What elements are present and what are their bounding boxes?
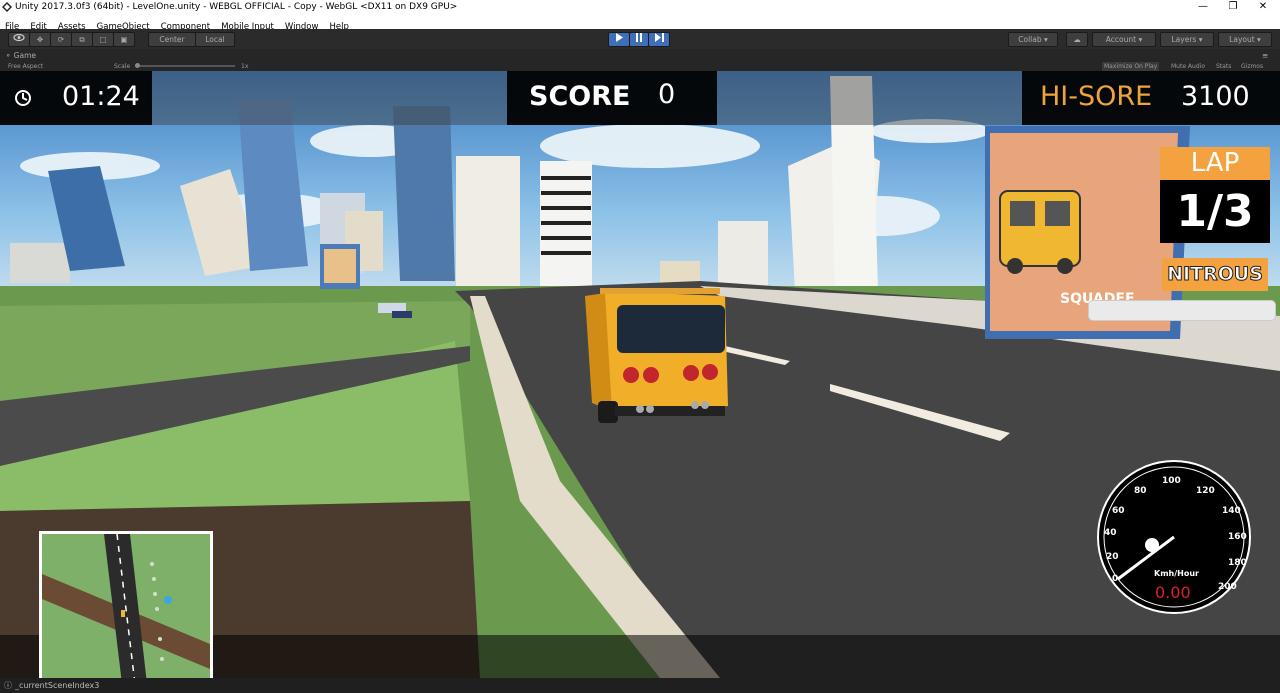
game-tab[interactable]: ⚬ Game	[5, 49, 36, 62]
speedometer: 0 20 40 60 80 100 120 140 160 180 200 Kmh/Hour 0.0…	[1097, 460, 1251, 614]
nitrous-label: NITROUS	[1162, 258, 1268, 291]
hiscore-label: HI-SORE	[1040, 81, 1153, 112]
nitrous-meter	[1088, 300, 1276, 321]
scale-icon: ⧉	[79, 35, 85, 44]
transform-tool-button[interactable]: ▣	[113, 32, 135, 47]
window-title: Unity 2017.3.0f3 (64bit) - LevelOne.unit…	[15, 2, 458, 12]
hiscore-value: 3100	[1181, 81, 1250, 112]
needle-hub	[1145, 538, 1159, 552]
game-viewport[interactable]: SQUADEE 01:24 SCORE 0 HI-SORE 3100 LAP 1…	[0, 71, 1280, 678]
rotate-icon: ⟳	[57, 35, 65, 44]
step-button[interactable]	[648, 32, 670, 47]
speed-tick-label: 0	[1112, 574, 1118, 584]
game-view-options-bar: Free Aspect Scale 1x Maximize On Play Mu…	[0, 62, 1280, 71]
mute-audio-toggle[interactable]: Mute Audio	[1171, 62, 1205, 71]
speed-tick-label: 200	[1218, 582, 1237, 592]
pivot-local-toggle[interactable]: Local	[195, 32, 235, 47]
scale-tool-button[interactable]: ⧉	[71, 32, 93, 47]
speed-value: 0.00	[1155, 583, 1191, 602]
eye-icon	[13, 33, 25, 42]
gizmos-dropdown[interactable]: Gizmos	[1241, 62, 1263, 71]
minimize-button[interactable]: —	[1188, 0, 1218, 14]
play-icon	[616, 33, 623, 42]
layers-label: Layers	[1171, 35, 1197, 44]
rotate-tool-button[interactable]: ⟳	[50, 32, 72, 47]
play-button[interactable]	[608, 32, 630, 47]
race-timer: 01:24	[62, 81, 140, 112]
layout-label: Layout	[1229, 35, 1255, 44]
cloud-button[interactable]: ☁	[1066, 32, 1088, 47]
aspect-dropdown[interactable]: Free Aspect	[8, 62, 43, 71]
panel-menu-icon[interactable]: ≡	[1262, 49, 1268, 62]
speed-tick-label: 180	[1228, 558, 1247, 568]
game-tab-label: Game	[13, 51, 36, 60]
info-icon: ⓘ	[4, 681, 12, 690]
score-label: SCORE	[529, 81, 631, 112]
move-tool-button[interactable]: ✥	[29, 32, 51, 47]
speed-tick-label: 20	[1106, 552, 1119, 562]
score-value: 0	[658, 79, 676, 110]
window-title-bar: Unity 2017.3.0f3 (64bit) - LevelOne.unit…	[0, 0, 1280, 14]
collab-dropdown[interactable]: Collab ▾	[1008, 32, 1058, 47]
speed-tick-label: 40	[1104, 528, 1117, 538]
maximize-on-play-toggle[interactable]: Maximize On Play	[1102, 62, 1160, 71]
space-label: Local	[205, 35, 225, 44]
account-label: Account	[1105, 35, 1137, 44]
account-dropdown[interactable]: Account ▾	[1092, 32, 1156, 47]
move-icon: ✥	[36, 35, 44, 44]
scale-slider[interactable]	[135, 63, 235, 68]
editor-toolbar: ✥ ⟳ ⧉ □ ▣ Center Local Collab ▾ ☁ Accoun…	[0, 29, 1280, 49]
speed-tick-label: 60	[1112, 506, 1125, 516]
timer-panel: 01:24	[0, 71, 152, 125]
minimap-track	[42, 534, 210, 678]
scale-label: Scale	[114, 63, 131, 70]
menu-bar: File Edit Assets GameObject Component Mo…	[0, 14, 1280, 32]
speed-unit: Kmh/Hour	[1154, 569, 1199, 578]
speed-tick-label: 80	[1134, 486, 1147, 496]
clock-icon	[15, 90, 31, 106]
cloud-icon: ☁	[1073, 35, 1081, 44]
lap-label: LAP	[1160, 147, 1270, 180]
pivot-label: Center	[159, 35, 185, 44]
speed-tick-label: 140	[1222, 506, 1241, 516]
rect-tool-button[interactable]: □	[92, 32, 114, 47]
unity-logo-icon	[2, 2, 12, 12]
layout-dropdown[interactable]: Layout ▾	[1218, 32, 1272, 47]
speed-tick-label: 120	[1196, 486, 1215, 496]
rect-icon: □	[99, 35, 107, 44]
layers-dropdown[interactable]: Layers ▾	[1160, 32, 1214, 47]
speed-tick-label: 160	[1228, 532, 1247, 542]
stats-toggle[interactable]: Stats	[1216, 62, 1231, 71]
pivot-center-toggle[interactable]: Center	[148, 32, 196, 47]
console-message[interactable]: _currentSceneIndex3	[15, 678, 99, 693]
game-view-tab-bar: ⚬ Game ≡	[0, 49, 1280, 62]
scale-slider-handle[interactable]	[135, 63, 140, 68]
pause-button[interactable]	[629, 32, 649, 47]
collab-label: Collab ▾	[1018, 35, 1048, 44]
maximize-button[interactable]: ❐	[1218, 0, 1248, 14]
step-icon	[654, 33, 664, 42]
status-bar: ⓘ _currentSceneIndex3	[0, 678, 1280, 693]
speed-tick-label: 100	[1162, 476, 1181, 486]
pause-icon	[636, 33, 642, 42]
transform-icon: ▣	[120, 35, 128, 44]
minimap	[39, 531, 213, 678]
view-tool-button[interactable]	[8, 32, 30, 47]
scale-value: 1x	[241, 63, 249, 70]
player-bus	[585, 288, 728, 423]
close-button[interactable]: ✕	[1248, 0, 1278, 14]
lap-counter: 1/3	[1160, 180, 1270, 243]
